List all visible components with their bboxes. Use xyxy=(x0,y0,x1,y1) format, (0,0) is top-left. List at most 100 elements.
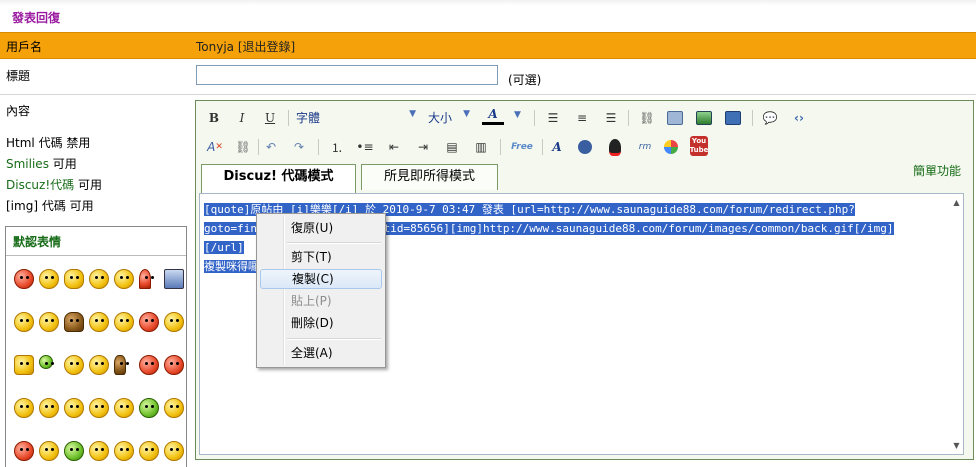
smiley-icon[interactable] xyxy=(164,398,184,418)
menu-item-undo[interactable]: 復原(U) xyxy=(260,218,382,238)
tab-discuz-code-mode[interactable]: Discuz! 代碼模式 xyxy=(201,164,356,194)
smiley-icon[interactable] xyxy=(139,441,159,461)
smiley-icon[interactable] xyxy=(114,355,126,375)
discuz-code-option: Discuz!代碼 可用 xyxy=(6,176,102,193)
flash-icon[interactable] xyxy=(576,138,594,156)
remove-format-icon[interactable]: A ✕ xyxy=(206,138,224,156)
ordered-list-icon[interactable]: ⒈ xyxy=(328,138,346,156)
qq-icon[interactable] xyxy=(606,138,624,156)
smiley-icon[interactable] xyxy=(89,398,109,418)
username-label: 用戶名 xyxy=(6,40,43,54)
user-row: 用戶名 Tonyja [退出登錄] xyxy=(0,32,976,59)
align-right-icon[interactable]: ☰ xyxy=(602,109,620,127)
smiley-icon[interactable] xyxy=(89,441,109,461)
smiley-icon[interactable] xyxy=(39,269,59,289)
smiley-icon[interactable] xyxy=(14,312,34,332)
menu-separator xyxy=(287,242,381,244)
top-shadow xyxy=(0,0,976,6)
align-left-icon[interactable]: ☰ xyxy=(544,109,562,127)
unlink-icon[interactable]: ⛓ xyxy=(234,138,252,156)
font-color-button[interactable]: A xyxy=(482,106,504,125)
toolbar-separator xyxy=(542,139,543,155)
poop-icon[interactable] xyxy=(64,312,84,332)
fly-text-icon[interactable]: A xyxy=(548,138,566,156)
discuz-code-link[interactable]: Discuz!代碼 xyxy=(6,178,74,192)
option-label: Html 代碼 xyxy=(6,136,63,150)
picture-icon[interactable] xyxy=(164,269,184,289)
selected-text: goto=fin xyxy=(204,222,257,235)
smiley-icon[interactable] xyxy=(39,355,53,369)
bold-button[interactable]: B xyxy=(206,109,222,127)
menu-item-paste[interactable]: 貼上(P) xyxy=(260,291,382,311)
float-left-icon[interactable]: ▤ xyxy=(443,138,461,156)
smiley-icon[interactable] xyxy=(39,312,59,332)
smilies-link[interactable]: Smilies xyxy=(6,157,49,171)
smilies-option: Smilies 可用 xyxy=(6,155,77,172)
smiley-icon[interactable] xyxy=(64,355,84,375)
rm-icon[interactable]: rm xyxy=(634,138,656,156)
simple-mode-link[interactable]: 簡單功能 xyxy=(913,162,961,179)
question-icon[interactable] xyxy=(114,398,134,418)
chevron-down-icon: ▼ xyxy=(463,109,470,119)
rose-icon[interactable] xyxy=(139,269,151,289)
smiley-icon[interactable] xyxy=(64,441,84,461)
smiley-icon[interactable] xyxy=(14,441,34,461)
toolbar-separator xyxy=(288,110,289,126)
quote-icon[interactable]: 💬 xyxy=(761,109,779,127)
smiley-icon[interactable] xyxy=(14,398,34,418)
youtube-icon[interactable]: You Tube xyxy=(690,136,708,156)
toolbar-separator xyxy=(318,139,319,155)
smiley-icon[interactable] xyxy=(39,398,59,418)
size-select-label: 大小 xyxy=(428,111,453,125)
scroll-up-icon[interactable]: ▲ xyxy=(952,198,961,207)
font-select[interactable]: 字體 ▼ xyxy=(296,109,420,127)
title-input[interactable] xyxy=(196,65,498,85)
heart-eyes-icon[interactable] xyxy=(139,355,159,375)
smiley-icon[interactable] xyxy=(139,312,159,332)
redo-icon[interactable]: ↷ xyxy=(290,138,308,156)
html-code-option: Html 代碼 禁用 xyxy=(6,134,90,151)
wmp-icon[interactable] xyxy=(662,138,680,156)
radiation-icon[interactable] xyxy=(39,441,59,461)
link-icon[interactable]: ⛓ xyxy=(638,109,656,127)
align-center-icon[interactable]: ≡ xyxy=(573,109,591,127)
username-value: Tonyja [退出登錄] xyxy=(196,38,295,55)
scroll-down-icon[interactable]: ▼ xyxy=(952,441,961,450)
size-select[interactable]: 大小 ▼ xyxy=(428,109,474,127)
tab-wysiwyg-mode[interactable]: 所見即所得模式 xyxy=(361,164,498,190)
menu-item-select-all[interactable]: 全選(A) xyxy=(260,343,382,363)
unordered-list-icon[interactable]: •≡ xyxy=(356,138,374,156)
menu-item-cut[interactable]: 剪下(T) xyxy=(260,247,382,267)
smiley-icon[interactable] xyxy=(64,398,84,418)
smiley-icon[interactable] xyxy=(114,269,134,289)
username-text: Tonyja xyxy=(196,40,235,54)
smiley-icon[interactable] xyxy=(164,312,184,332)
smiley-icon[interactable] xyxy=(89,269,109,289)
outdent-icon[interactable]: ⇤ xyxy=(385,138,403,156)
email-icon[interactable] xyxy=(666,109,684,127)
chevron-down-icon[interactable]: ▼ xyxy=(514,110,521,120)
smiley-icon[interactable] xyxy=(64,269,84,289)
smiley-icon[interactable] xyxy=(114,312,134,332)
smiley-icon[interactable] xyxy=(89,312,109,332)
smiley-icon[interactable] xyxy=(139,398,159,418)
undo-icon[interactable]: ↶ xyxy=(262,138,280,156)
underline-button[interactable]: U xyxy=(262,109,278,127)
free-icon[interactable]: Free xyxy=(508,138,536,156)
code-icon[interactable]: ‹› xyxy=(790,109,808,127)
menu-item-copy[interactable]: 複製(C) xyxy=(260,269,382,289)
youtube-icon-label: You xyxy=(691,137,707,145)
italic-button[interactable]: I xyxy=(234,109,250,127)
image-icon[interactable] xyxy=(695,109,713,127)
logout-link[interactable]: [退出登錄] xyxy=(238,40,295,54)
exclamation-icon[interactable] xyxy=(114,441,134,461)
smiley-icon[interactable] xyxy=(164,355,184,375)
indent-icon[interactable]: ⇥ xyxy=(414,138,432,156)
menu-item-delete[interactable]: 刪除(D) xyxy=(260,313,382,333)
smiley-icon[interactable] xyxy=(14,269,34,289)
media-icon[interactable] xyxy=(724,109,742,127)
float-right-icon[interactable]: ▥ xyxy=(472,138,490,156)
smiley-icon[interactable] xyxy=(14,355,34,375)
smiley-icon[interactable] xyxy=(89,355,109,375)
smiley-icon[interactable] xyxy=(164,441,184,461)
